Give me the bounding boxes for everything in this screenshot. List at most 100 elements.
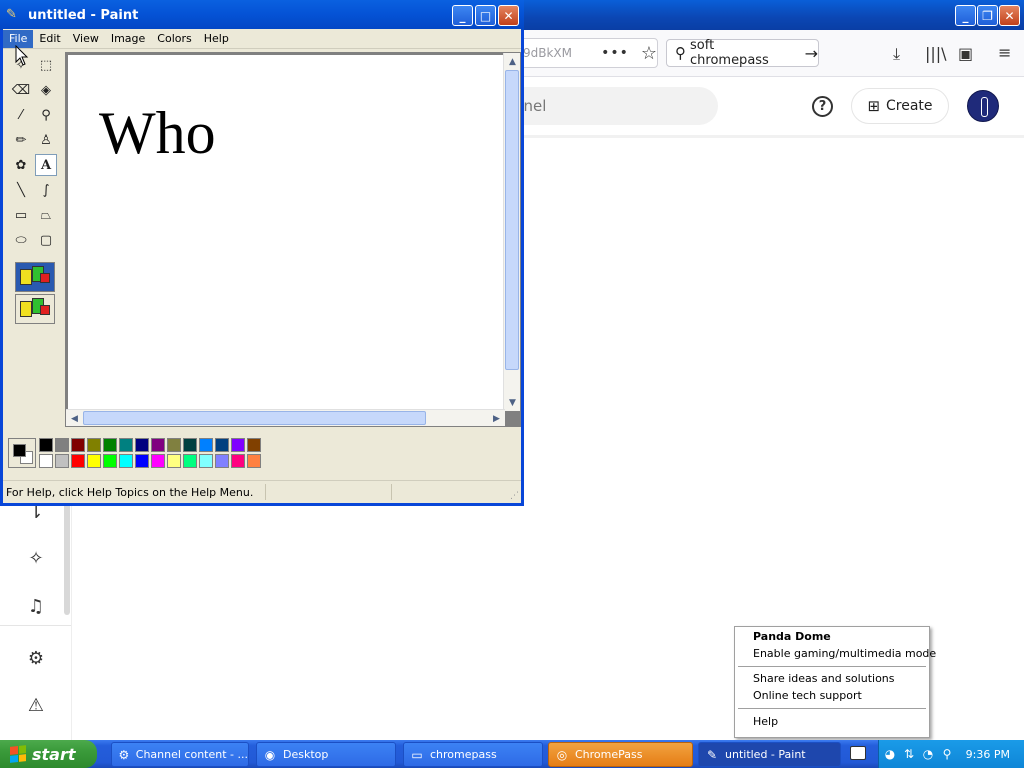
rect-select-icon[interactable]: ⬚ <box>35 54 57 76</box>
scroll-down-arrow-icon[interactable]: ▼ <box>505 395 520 410</box>
rectangle-icon[interactable]: ▭ <box>10 204 32 226</box>
ellipsis-icon[interactable]: ••• <box>601 45 629 61</box>
avatar[interactable] <box>967 90 999 122</box>
channel-search-input[interactable]: nnel <box>500 87 718 125</box>
text-tool-icon[interactable]: A <box>35 154 57 176</box>
create-button[interactable]: ⊞ Create <box>851 88 949 124</box>
palette-color-swatch[interactable] <box>247 454 261 468</box>
eraser-icon[interactable]: ⌫ <box>10 79 32 101</box>
feedback-icon[interactable]: ⚠ <box>24 693 48 717</box>
canvas-vertical-scrollbar[interactable]: ▲ ▼ <box>503 53 520 411</box>
taskbar-item-chromepass-folder[interactable]: ▭ chromepass <box>403 742 543 767</box>
browser-minimize-button[interactable]: _ <box>955 5 976 26</box>
menu-item-share-ideas[interactable]: Share ideas and solutions <box>753 671 895 687</box>
canvas-horizontal-scrollbar[interactable]: ◀ ▶ <box>66 409 505 426</box>
scroll-left-arrow-icon[interactable]: ◀ <box>67 411 82 426</box>
palette-color-swatch[interactable] <box>183 454 197 468</box>
canvas-text[interactable]: Who <box>99 103 216 163</box>
address-bar[interactable]: 9dBkXM ••• ☆ <box>520 38 658 68</box>
pencil-icon[interactable]: ✏ <box>10 129 32 151</box>
palette-color-swatch[interactable] <box>39 454 53 468</box>
line-icon[interactable]: ╲ <box>10 179 32 201</box>
drawing-canvas[interactable]: Who <box>68 55 505 411</box>
palette-color-swatch[interactable] <box>87 438 101 452</box>
menu-item-help[interactable]: Help <box>753 714 778 730</box>
search-tray-icon[interactable]: ⚲ <box>939 746 955 762</box>
menu-view[interactable]: View <box>67 30 105 48</box>
menu-item-online-support[interactable]: Online tech support <box>753 688 862 704</box>
menu-edit[interactable]: Edit <box>33 30 66 48</box>
menu-item-gaming-mode[interactable]: Enable gaming/multimedia mode <box>753 646 936 662</box>
paint-minimize-button[interactable]: _ <box>452 5 473 26</box>
opaque-background-option-icon[interactable] <box>15 262 55 292</box>
palette-color-swatch[interactable] <box>39 438 53 452</box>
sidebar-scrollbar[interactable] <box>64 500 70 615</box>
menu-image[interactable]: Image <box>105 30 151 48</box>
brush-icon[interactable]: ♙ <box>35 129 57 151</box>
browser-close-button[interactable]: ✕ <box>999 5 1020 26</box>
palette-color-swatch[interactable] <box>215 454 229 468</box>
download-icon[interactable]: ⤓ <box>893 44 900 64</box>
palette-color-swatch[interactable] <box>199 438 213 452</box>
palette-color-swatch[interactable] <box>103 438 117 452</box>
scroll-right-arrow-icon[interactable]: ▶ <box>489 411 504 426</box>
magnifier-icon[interactable]: ⚲ <box>35 104 57 126</box>
palette-color-swatch[interactable] <box>151 454 165 468</box>
settings-gear-icon[interactable]: ⚙ <box>24 646 48 670</box>
palette-color-swatch[interactable] <box>55 454 69 468</box>
keyboard-icon[interactable] <box>850 746 866 760</box>
help-icon[interactable]: ? <box>812 96 833 117</box>
hamburger-menu-icon[interactable]: ≡ <box>998 43 1011 62</box>
start-button[interactable]: start <box>0 740 97 768</box>
palette-color-swatch[interactable] <box>71 454 85 468</box>
palette-color-swatch[interactable] <box>231 454 245 468</box>
palette-color-swatch[interactable] <box>55 438 69 452</box>
palette-color-swatch[interactable] <box>151 438 165 452</box>
palette-color-swatch[interactable] <box>135 454 149 468</box>
palette-color-swatch[interactable] <box>71 438 85 452</box>
taskbar-item-chromepass-app[interactable]: ◎ ChromePass <box>548 742 693 767</box>
audio-library-icon[interactable]: ♫ <box>24 594 48 618</box>
taskbar-item-paint[interactable]: ✎ untitled - Paint <box>698 742 841 767</box>
taskbar-item-channel-content[interactable]: ⚙ Channel content - ... <box>111 742 249 767</box>
paint-close-button[interactable]: ✕ <box>498 5 519 26</box>
palette-color-swatch[interactable] <box>119 438 133 452</box>
menu-help[interactable]: Help <box>198 30 235 48</box>
color-picker-icon[interactable]: ⁄ <box>10 104 32 126</box>
sidebar-toggle-icon[interactable]: ▣ <box>958 44 973 63</box>
airbrush-icon[interactable]: ✿ <box>10 154 32 176</box>
taskbar-item-desktop[interactable]: ◉ Desktop <box>256 742 396 767</box>
arrow-right-icon[interactable]: → <box>805 44 818 63</box>
menu-colors[interactable]: Colors <box>151 30 197 48</box>
paint-maximize-button[interactable]: □ <box>475 5 496 26</box>
palette-color-swatch[interactable] <box>199 454 213 468</box>
palette-color-swatch[interactable] <box>119 454 133 468</box>
palette-color-swatch[interactable] <box>103 454 117 468</box>
horizontal-scroll-thumb[interactable] <box>83 411 426 425</box>
curve-icon[interactable]: ∫ <box>35 179 57 201</box>
scroll-up-arrow-icon[interactable]: ▲ <box>505 54 520 69</box>
palette-color-swatch[interactable] <box>87 454 101 468</box>
volume-tray-icon[interactable]: ◔ <box>920 746 936 762</box>
transparent-background-option-icon[interactable] <box>15 294 55 324</box>
library-icon[interactable]: |||\ <box>925 44 947 63</box>
network-tray-icon[interactable]: ⇅ <box>901 746 917 762</box>
polygon-icon[interactable]: ⏢ <box>35 204 57 226</box>
panda-tray-icon[interactable]: ◕ <box>882 746 898 762</box>
rounded-rect-icon[interactable]: ▢ <box>35 229 57 251</box>
fill-bucket-icon[interactable]: ◈ <box>35 79 57 101</box>
ellipse-icon[interactable]: ⬭ <box>10 229 32 251</box>
palette-color-swatch[interactable] <box>231 438 245 452</box>
bookmark-star-icon[interactable]: ☆ <box>641 43 657 64</box>
resize-grip-icon[interactable]: ⋰ <box>510 491 519 501</box>
palette-color-swatch[interactable] <box>167 438 181 452</box>
browser-restore-button[interactable]: ❐ <box>977 5 998 26</box>
paint-titlebar[interactable]: ✎ untitled - Paint _ □ ✕ <box>0 0 524 30</box>
palette-color-swatch[interactable] <box>183 438 197 452</box>
palette-color-swatch[interactable] <box>215 438 229 452</box>
palette-color-swatch[interactable] <box>167 454 181 468</box>
magic-wand-icon[interactable]: ✧ <box>24 546 48 570</box>
browser-search-box[interactable]: ⚲ soft chromepass → <box>666 38 819 68</box>
palette-color-swatch[interactable] <box>135 438 149 452</box>
palette-color-swatch[interactable] <box>247 438 261 452</box>
